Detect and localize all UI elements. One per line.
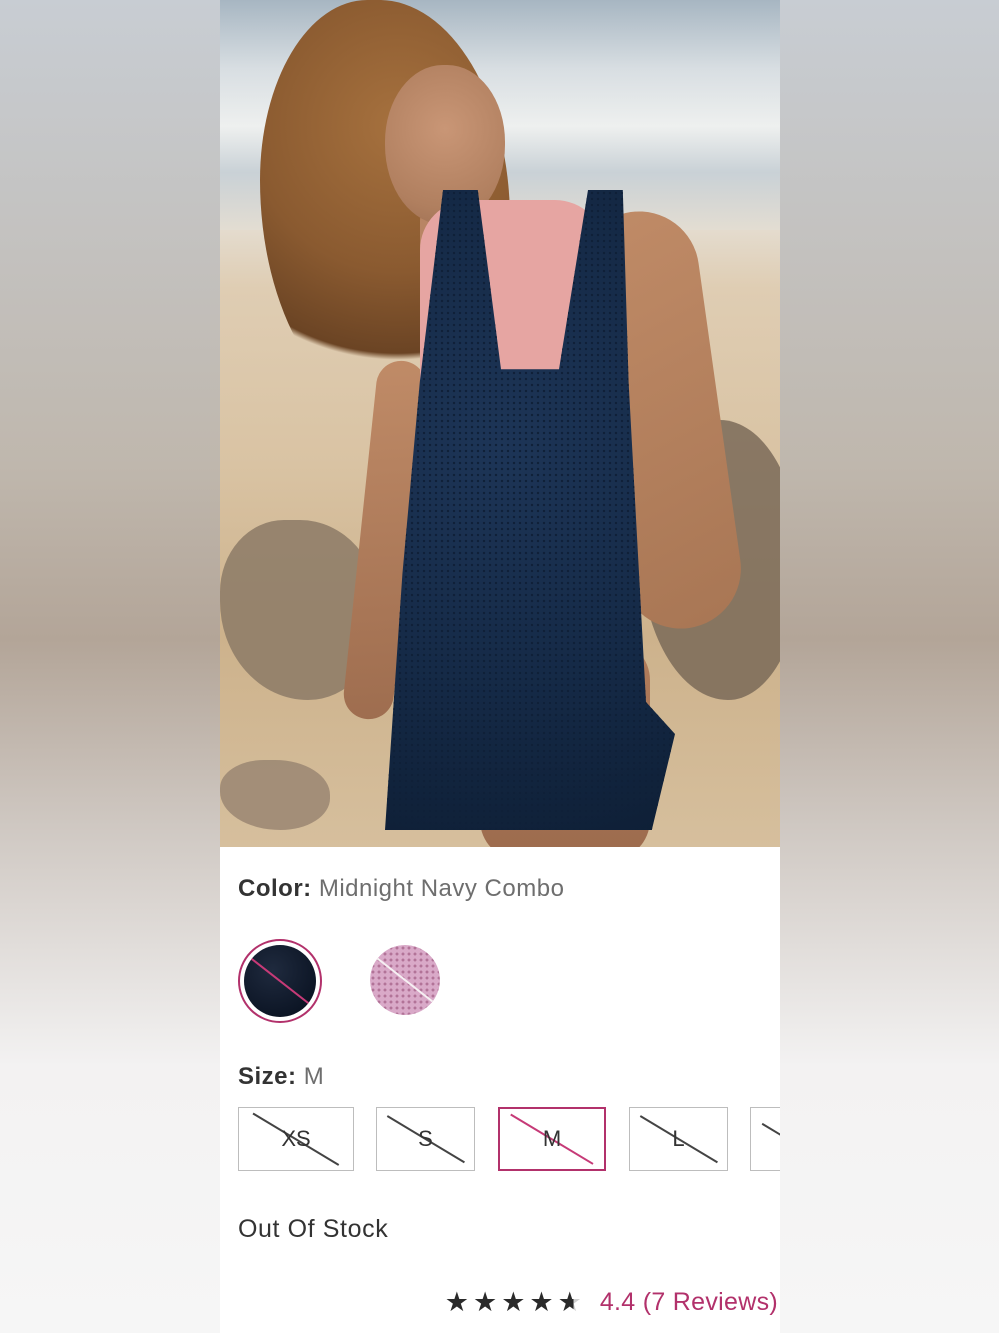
color-swatches	[238, 939, 638, 1023]
size-option-m[interactable]: M	[498, 1107, 606, 1171]
half-star-icon: ★	[557, 1287, 586, 1318]
full-stars: ★★★★	[444, 1287, 558, 1318]
swatch-fill	[370, 945, 440, 1015]
size-label: Size:	[238, 1063, 297, 1090]
star-rating-icon: ★★★★★	[445, 1287, 586, 1318]
background-rock	[220, 760, 330, 830]
stock-status: Out Of Stock	[238, 1215, 389, 1243]
reviews-link[interactable]: 4.4 (7 Reviews)	[600, 1288, 778, 1317]
color-label: Color:	[238, 875, 312, 902]
unavailable-strike	[761, 1122, 780, 1156]
size-option-label: L	[672, 1126, 685, 1151]
swatch-fill	[244, 945, 316, 1017]
size-label-row: Size: M	[238, 1063, 324, 1091]
color-swatch-pink[interactable]	[370, 945, 440, 1015]
size-option-label: M	[542, 1126, 562, 1151]
color-label-row: Color: Midnight Navy Combo	[238, 875, 564, 903]
color-swatch-midnight-navy[interactable]	[238, 939, 322, 1023]
unavailable-strike	[244, 949, 316, 1013]
product-image[interactable]	[220, 0, 780, 847]
rating-summary[interactable]: ★★★★★ 4.4 (7 Reviews)	[445, 1287, 778, 1318]
size-option-l[interactable]: L	[629, 1107, 728, 1171]
size-options: XS S M L	[238, 1107, 780, 1173]
product-page: Color: Midnight Navy Combo Size: M XS S …	[220, 0, 780, 1333]
size-option-xl[interactable]	[750, 1107, 780, 1171]
color-value: Midnight Navy Combo	[318, 875, 565, 902]
unavailable-strike	[370, 949, 440, 1011]
size-option-s[interactable]: S	[376, 1107, 475, 1171]
size-option-label: S	[418, 1126, 433, 1151]
size-option-label: XS	[281, 1126, 311, 1151]
size-value: M	[303, 1063, 325, 1090]
size-option-xs[interactable]: XS	[238, 1107, 354, 1171]
